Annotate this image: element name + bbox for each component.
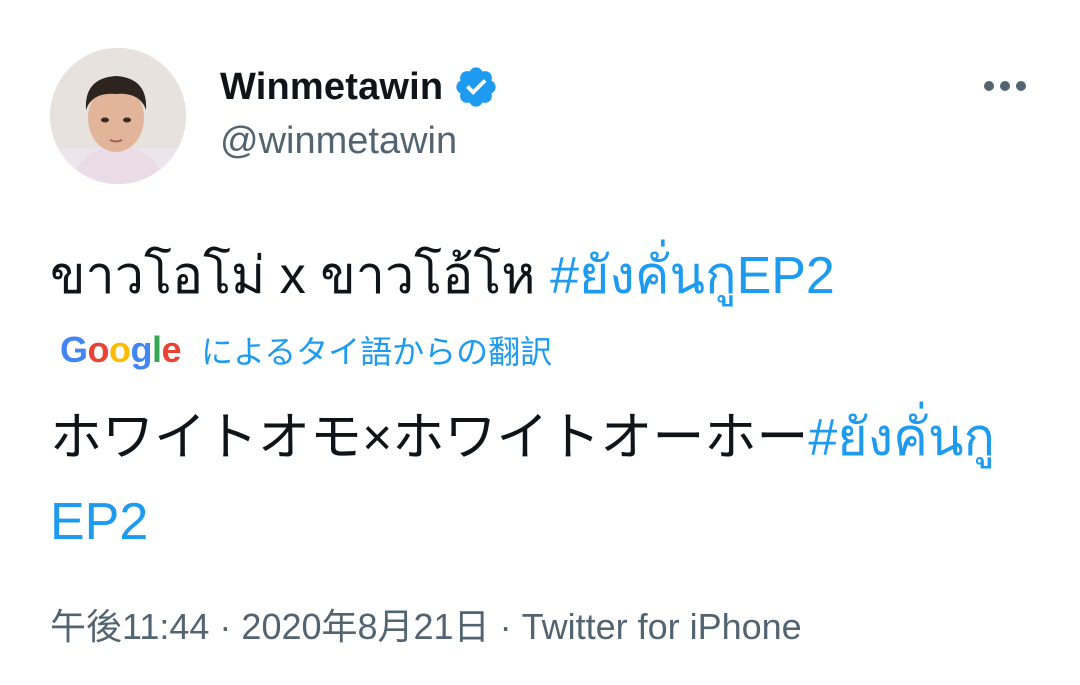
display-name[interactable]: Winmetawin <box>220 66 443 109</box>
handle[interactable]: @winmetawin <box>220 120 457 163</box>
translation-label[interactable]: によるタイ語からの翻訳 <box>201 327 552 373</box>
translation-attribution[interactable]: Google によるタイ語からの翻訳 <box>60 326 552 374</box>
meta-separator: · <box>499 606 512 647</box>
tweet-text-body: ขาวโอโม่ x ขาวโอ้โห <box>50 247 550 305</box>
avatar-image <box>50 48 186 184</box>
meta-separator: · <box>219 606 232 647</box>
tweet: Winmetawin @winmetawin ขาวโอโม่ x ขาวโอ้… <box>0 0 1080 685</box>
tweet-meta: 午後11:44 · 2020年8月21日 · Twitter for iPhone <box>50 598 802 650</box>
author-name-row[interactable]: Winmetawin <box>220 62 499 112</box>
tweet-time[interactable]: 午後11:44 <box>50 606 209 647</box>
tweet-hashtag-link[interactable]: #ยังคั่นกูEP2 <box>550 247 835 305</box>
avatar[interactable] <box>50 48 186 184</box>
google-logo: Google <box>60 329 182 370</box>
more-horizontal-icon[interactable] <box>980 66 1030 106</box>
verified-badge-icon <box>453 64 499 110</box>
translated-text-body: ホワイトオモ×ホワイトオーホー <box>50 409 809 467</box>
tweet-date[interactable]: 2020年8月21日 <box>241 606 489 647</box>
translated-text: ホワイトオモ×ホワイトオーホー#ยังคั่นกูEP2 <box>50 396 1010 564</box>
tweet-source[interactable]: Twitter for iPhone <box>522 606 802 647</box>
tweet-text: ขาวโอโม่ x ขาวโอ้โห #ยังคั่นกูEP2 <box>50 240 1030 312</box>
